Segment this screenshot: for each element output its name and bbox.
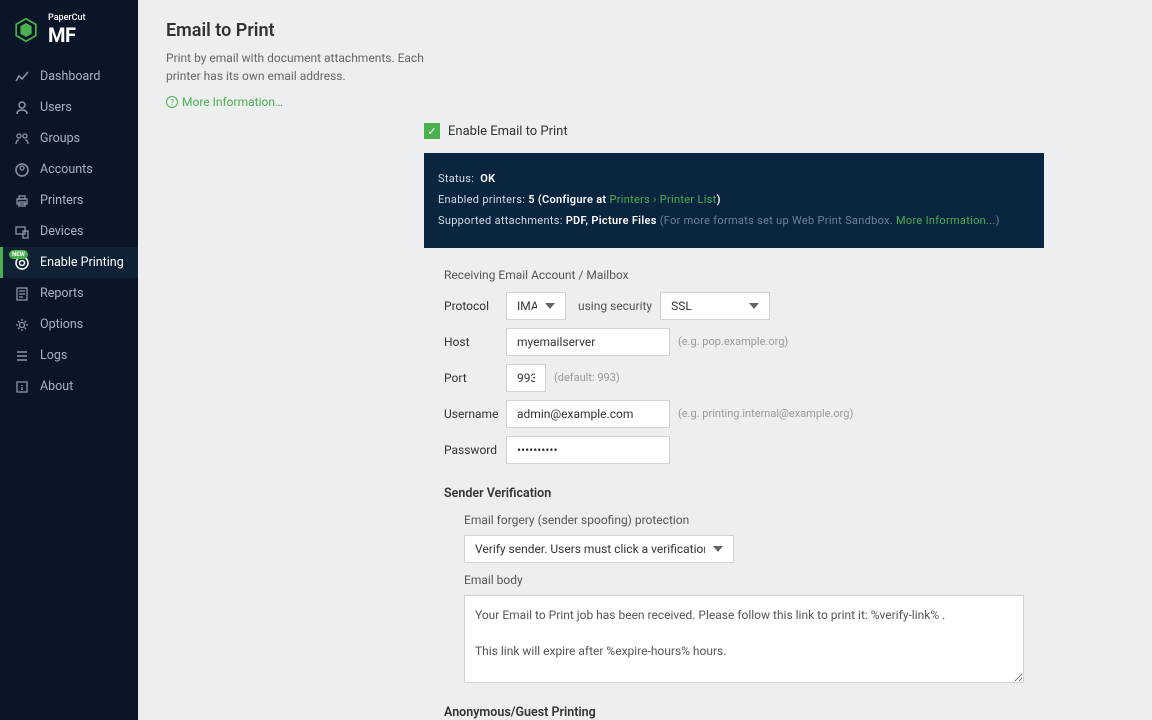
security-select[interactable]: SSL bbox=[660, 292, 770, 320]
brand-mf: MF bbox=[48, 25, 86, 45]
nav-label: About bbox=[40, 379, 73, 394]
sidebar-item-reports[interactable]: Reports bbox=[0, 278, 138, 309]
username-label: Username bbox=[444, 407, 504, 421]
verify-select[interactable]: Verify sender. Users must click a verifi… bbox=[464, 535, 734, 563]
host-hint: (e.g. pop.example.org) bbox=[678, 335, 788, 348]
sidebar-item-accounts[interactable]: Accounts bbox=[0, 154, 138, 185]
page-description: Print by email with document attachments… bbox=[166, 49, 426, 85]
nav-label: Options bbox=[40, 317, 83, 332]
sidebar: PaperCut MF Dashboard Users Groups Accou… bbox=[0, 0, 138, 720]
logs-icon bbox=[14, 348, 30, 364]
brand-icon bbox=[12, 16, 40, 44]
brand-papercut: PaperCut bbox=[48, 14, 86, 23]
reports-icon bbox=[14, 286, 30, 302]
port-label: Port bbox=[444, 371, 504, 385]
check-icon: ✓ bbox=[427, 125, 436, 138]
host-label: Host bbox=[444, 335, 504, 349]
email-body-label: Email body bbox=[424, 573, 1044, 587]
sidebar-item-enable-printing[interactable]: NEW Enable Printing bbox=[0, 247, 138, 278]
username-input[interactable] bbox=[506, 400, 670, 428]
password-input[interactable] bbox=[506, 436, 670, 464]
username-hint: (e.g. printing.internal@example.org) bbox=[678, 407, 853, 420]
nav-label: Users bbox=[40, 100, 72, 115]
nav-label: Accounts bbox=[40, 162, 93, 177]
more-info-link[interactable]: ? More Information… bbox=[166, 95, 426, 109]
accounts-icon bbox=[14, 162, 30, 178]
sidebar-item-groups[interactable]: Groups bbox=[0, 123, 138, 154]
sidebar-item-dashboard[interactable]: Dashboard bbox=[0, 61, 138, 92]
main-content: Email to Print Print by email with docum… bbox=[138, 0, 1152, 720]
logo: PaperCut MF bbox=[0, 0, 138, 61]
verification-title: Sender Verification bbox=[424, 486, 1044, 501]
forgery-label: Email forgery (sender spoofing) protecti… bbox=[424, 513, 1044, 527]
enable-email-label: Enable Email to Print bbox=[448, 124, 568, 139]
sidebar-item-users[interactable]: Users bbox=[0, 92, 138, 123]
printer-icon bbox=[14, 193, 30, 209]
security-using-label: using security bbox=[578, 299, 652, 313]
port-input[interactable] bbox=[506, 364, 546, 392]
devices-icon bbox=[14, 224, 30, 240]
nav-label: Reports bbox=[40, 286, 84, 301]
password-label: Password bbox=[444, 443, 504, 457]
user-icon bbox=[14, 100, 30, 116]
groups-icon bbox=[14, 131, 30, 147]
sidebar-item-logs[interactable]: Logs bbox=[0, 340, 138, 371]
receiving-section-label: Receiving Email Account / Mailbox bbox=[424, 268, 1044, 282]
sandbox-more-info-link[interactable]: More Information... bbox=[896, 214, 996, 227]
protocol-select[interactable]: IMAP bbox=[506, 292, 566, 320]
sidebar-item-about[interactable]: About bbox=[0, 371, 138, 402]
port-hint: (default: 993) bbox=[554, 371, 620, 384]
nav-label: Logs bbox=[40, 348, 67, 363]
printers-link[interactable]: Printers bbox=[609, 193, 650, 206]
sidebar-item-printers[interactable]: Printers bbox=[0, 185, 138, 216]
more-info-label: More Information… bbox=[182, 95, 283, 109]
dashboard-icon bbox=[14, 69, 30, 85]
gear-icon bbox=[14, 317, 30, 333]
status-block: Status: OK Enabled printers: 5 (Configur… bbox=[424, 153, 1044, 248]
printer-list-link[interactable]: Printer List bbox=[660, 193, 717, 206]
sidebar-item-devices[interactable]: Devices bbox=[0, 216, 138, 247]
new-badge: NEW bbox=[9, 250, 28, 259]
anon-title: Anonymous/Guest Printing bbox=[424, 705, 1044, 720]
page-title: Email to Print bbox=[166, 20, 426, 41]
host-input[interactable] bbox=[506, 328, 670, 356]
protocol-label: Protocol bbox=[444, 299, 504, 313]
nav-label: Groups bbox=[40, 131, 80, 146]
enable-email-checkbox[interactable]: ✓ bbox=[424, 123, 440, 139]
nav: Dashboard Users Groups Accounts Printers… bbox=[0, 61, 138, 402]
nav-label: Printers bbox=[40, 193, 83, 208]
nav-label: Enable Printing bbox=[40, 255, 124, 270]
email-body-textarea[interactable]: Your Email to Print job has been receive… bbox=[464, 595, 1024, 683]
help-icon: ? bbox=[166, 96, 178, 108]
about-icon bbox=[14, 379, 30, 395]
nav-label: Dashboard bbox=[40, 69, 100, 84]
sidebar-item-options[interactable]: Options bbox=[0, 309, 138, 340]
nav-label: Devices bbox=[40, 224, 83, 239]
enable-printing-icon: NEW bbox=[14, 255, 30, 271]
